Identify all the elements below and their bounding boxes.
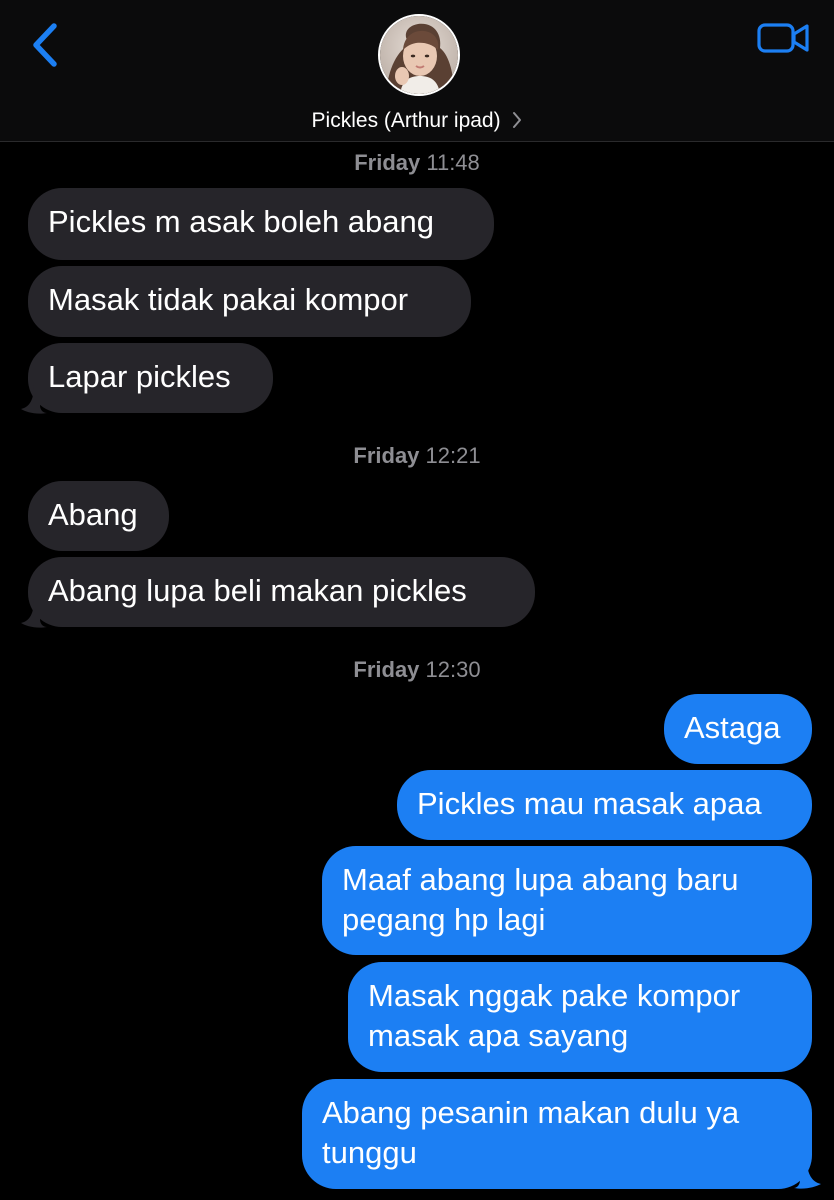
timestamp-day: Friday xyxy=(353,443,420,468)
message-text: Lapar pickles xyxy=(48,359,231,394)
message-bubble-outgoing[interactable]: Pickles mau masak apaa xyxy=(397,770,812,840)
message-bubble-incoming[interactable]: Lapar pickles xyxy=(28,343,273,413)
message-bubble-incoming[interactable]: Abang lupa beli makan pickles xyxy=(28,557,535,627)
message-bubble-outgoing[interactable]: Masak nggak pake kompor masak apa sayang xyxy=(348,962,812,1072)
message-text: Abang lupa beli makan pickles xyxy=(48,573,467,608)
video-camera-icon xyxy=(757,23,809,53)
chevron-right-icon xyxy=(513,111,522,128)
message-text: Abang xyxy=(48,497,138,532)
message-bubble-outgoing[interactable]: Astaga xyxy=(664,694,812,764)
timestamp-day: Friday xyxy=(354,150,421,175)
message-text-line: Abang pesanin makan dulu ya xyxy=(322,1095,740,1130)
message-bubble-outgoing[interactable]: Abang pesanin makan dulu ya tunggu xyxy=(302,1079,812,1189)
message-bubble-incoming[interactable]: Pickles m asak boleh abang xyxy=(28,188,494,260)
timestamp-time: 12:21 xyxy=(425,443,481,468)
chevron-left-icon xyxy=(33,23,57,67)
timestamp-time: 12:30 xyxy=(425,657,481,682)
contact-name-button[interactable]: Pickles (Arthur ipad) xyxy=(0,108,834,134)
avatar-photo xyxy=(380,16,458,94)
bubble-tail-incoming xyxy=(21,599,47,628)
contact-name-label: Pickles (Arthur ipad) xyxy=(311,109,501,132)
message-text-line: tunggu xyxy=(322,1135,417,1170)
message-bubble-outgoing[interactable]: Maaf abang lupa abang baru pegang hp lag… xyxy=(322,846,812,955)
timestamp-divider: Friday 11:48 xyxy=(0,150,834,176)
bubble-tail-incoming xyxy=(21,385,47,414)
message-bubble-incoming[interactable]: Masak tidak pakai kompor xyxy=(28,266,471,337)
message-text: Astaga xyxy=(684,710,781,745)
conversation-header: Pickles (Arthur ipad) xyxy=(0,0,834,142)
timestamp-time: 11:48 xyxy=(426,150,480,175)
facetime-video-button[interactable] xyxy=(756,20,812,56)
back-button[interactable] xyxy=(26,20,66,70)
timestamp-day: Friday xyxy=(353,657,420,682)
contact-avatar[interactable] xyxy=(378,14,460,96)
messages-screen: Pickles (Arthur ipad) Friday 11:48 Pickl… xyxy=(0,0,834,1200)
message-text: Masak tidak pakai kompor xyxy=(48,282,409,317)
timestamp-divider: Friday 12:30 xyxy=(0,657,834,683)
message-bubble-incoming[interactable]: Abang xyxy=(28,481,169,551)
message-text: Pickles mau masak apaa xyxy=(417,786,762,821)
message-text: Pickles m asak boleh abang xyxy=(48,204,435,239)
message-text-line: pegang hp lagi xyxy=(342,902,546,937)
message-text-line: Masak nggak pake kompor xyxy=(368,978,741,1013)
message-text-line: Maaf abang lupa abang baru xyxy=(342,862,739,897)
message-text-line: masak apa sayang xyxy=(368,1018,629,1053)
timestamp-divider: Friday 12:21 xyxy=(0,443,834,469)
bubble-tail-outgoing xyxy=(794,1160,821,1189)
